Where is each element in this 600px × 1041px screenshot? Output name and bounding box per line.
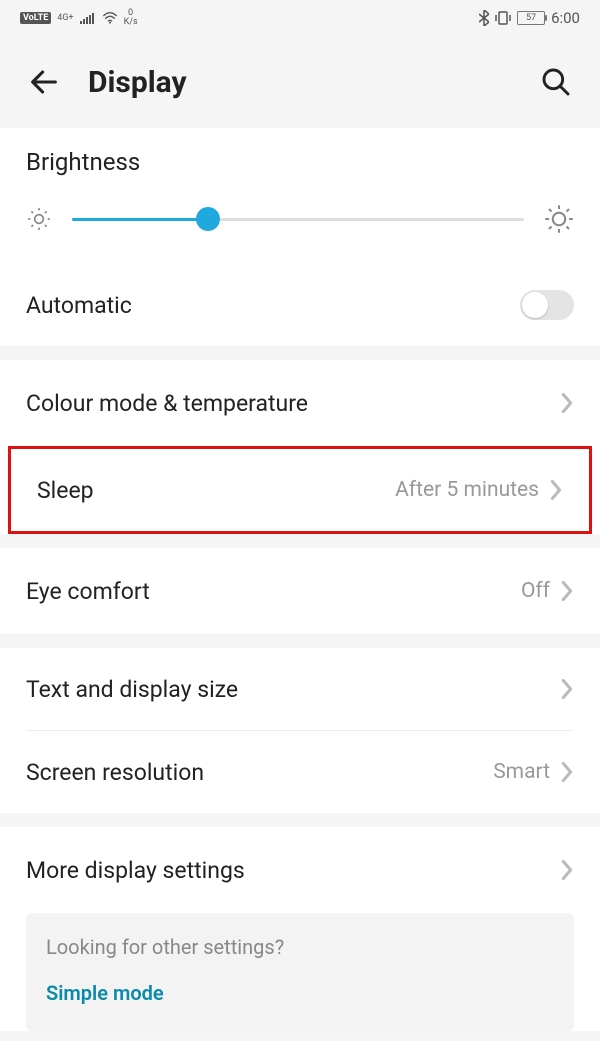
sleep-label: Sleep xyxy=(37,477,395,504)
search-button[interactable] xyxy=(536,62,576,102)
bluetooth-icon xyxy=(479,10,489,26)
arrow-left-icon xyxy=(27,65,61,99)
toggle-knob xyxy=(522,292,548,318)
eye-comfort-value: Off xyxy=(521,579,550,603)
colour-mode-row[interactable]: Colour mode & temperature xyxy=(0,360,600,446)
slider-thumb[interactable] xyxy=(196,207,220,231)
chevron-right-icon xyxy=(560,580,574,602)
simple-mode-link[interactable]: Simple mode xyxy=(46,981,554,1005)
signal-icon xyxy=(80,12,96,24)
brightness-high-icon xyxy=(544,204,574,234)
more-section: More display settings Looking for other … xyxy=(0,827,600,1031)
chevron-right-icon xyxy=(560,678,574,700)
automatic-toggle[interactable] xyxy=(520,290,574,320)
page-title: Display xyxy=(88,65,512,100)
battery-level: 57 xyxy=(526,13,536,23)
status-right: 57 6:00 xyxy=(479,9,580,27)
colour-mode-label: Colour mode & temperature xyxy=(26,390,560,417)
chevron-right-icon xyxy=(549,479,563,501)
sleep-highlight-wrap: Sleep After 5 minutes xyxy=(0,446,600,534)
screen-resolution-label: Screen resolution xyxy=(26,759,493,786)
volte-badge: VoLTE xyxy=(20,12,51,24)
other-settings-question: Looking for other settings? xyxy=(46,935,554,959)
screen-resolution-row[interactable]: Screen resolution Smart xyxy=(0,731,600,813)
sleep-highlight: Sleep After 5 minutes xyxy=(8,446,592,534)
clock: 6:00 xyxy=(551,9,580,27)
wifi-icon xyxy=(102,12,118,24)
speed-unit: K/s xyxy=(124,18,138,27)
sleep-row[interactable]: Sleep After 5 minutes xyxy=(11,449,589,531)
slider-track-fg xyxy=(72,218,208,221)
brightness-slider-row xyxy=(26,204,574,234)
back-button[interactable] xyxy=(24,62,64,102)
brightness-low-icon xyxy=(26,206,52,232)
status-bar: VoLTE 4G+ 0 K/s 57 6:00 xyxy=(0,0,600,36)
brightness-heading: Brightness xyxy=(26,148,574,176)
vibrate-icon xyxy=(495,11,511,25)
brightness-section: Brightness xyxy=(0,128,600,264)
app-bar: Display xyxy=(0,36,600,128)
text-res-section: Text and display size Screen resolution … xyxy=(0,648,600,813)
sleep-value: After 5 minutes xyxy=(395,478,539,502)
other-settings-card: Looking for other settings? Simple mode xyxy=(26,913,574,1031)
brightness-slider[interactable] xyxy=(72,209,524,229)
battery-icon: 57 xyxy=(517,11,545,25)
chevron-right-icon xyxy=(560,392,574,414)
automatic-brightness-row[interactable]: Automatic xyxy=(0,264,600,346)
data-speed: 0 K/s xyxy=(124,9,138,27)
text-size-row[interactable]: Text and display size xyxy=(0,648,600,730)
automatic-label: Automatic xyxy=(26,292,520,319)
chevron-right-icon xyxy=(560,761,574,783)
status-left: VoLTE 4G+ 0 K/s xyxy=(20,9,138,27)
more-display-label: More display settings xyxy=(26,857,560,884)
eye-comfort-row[interactable]: Eye comfort Off xyxy=(0,548,600,634)
search-icon xyxy=(540,66,572,98)
automatic-section: Automatic xyxy=(0,264,600,346)
colour-section: Colour mode & temperature xyxy=(0,360,600,446)
chevron-right-icon xyxy=(560,859,574,881)
more-display-row[interactable]: More display settings xyxy=(0,827,600,913)
eye-section: Eye comfort Off xyxy=(0,548,600,634)
screen-resolution-value: Smart xyxy=(493,760,550,784)
network-type: 4G+ xyxy=(57,13,73,23)
eye-comfort-label: Eye comfort xyxy=(26,578,521,605)
text-size-label: Text and display size xyxy=(26,676,560,703)
